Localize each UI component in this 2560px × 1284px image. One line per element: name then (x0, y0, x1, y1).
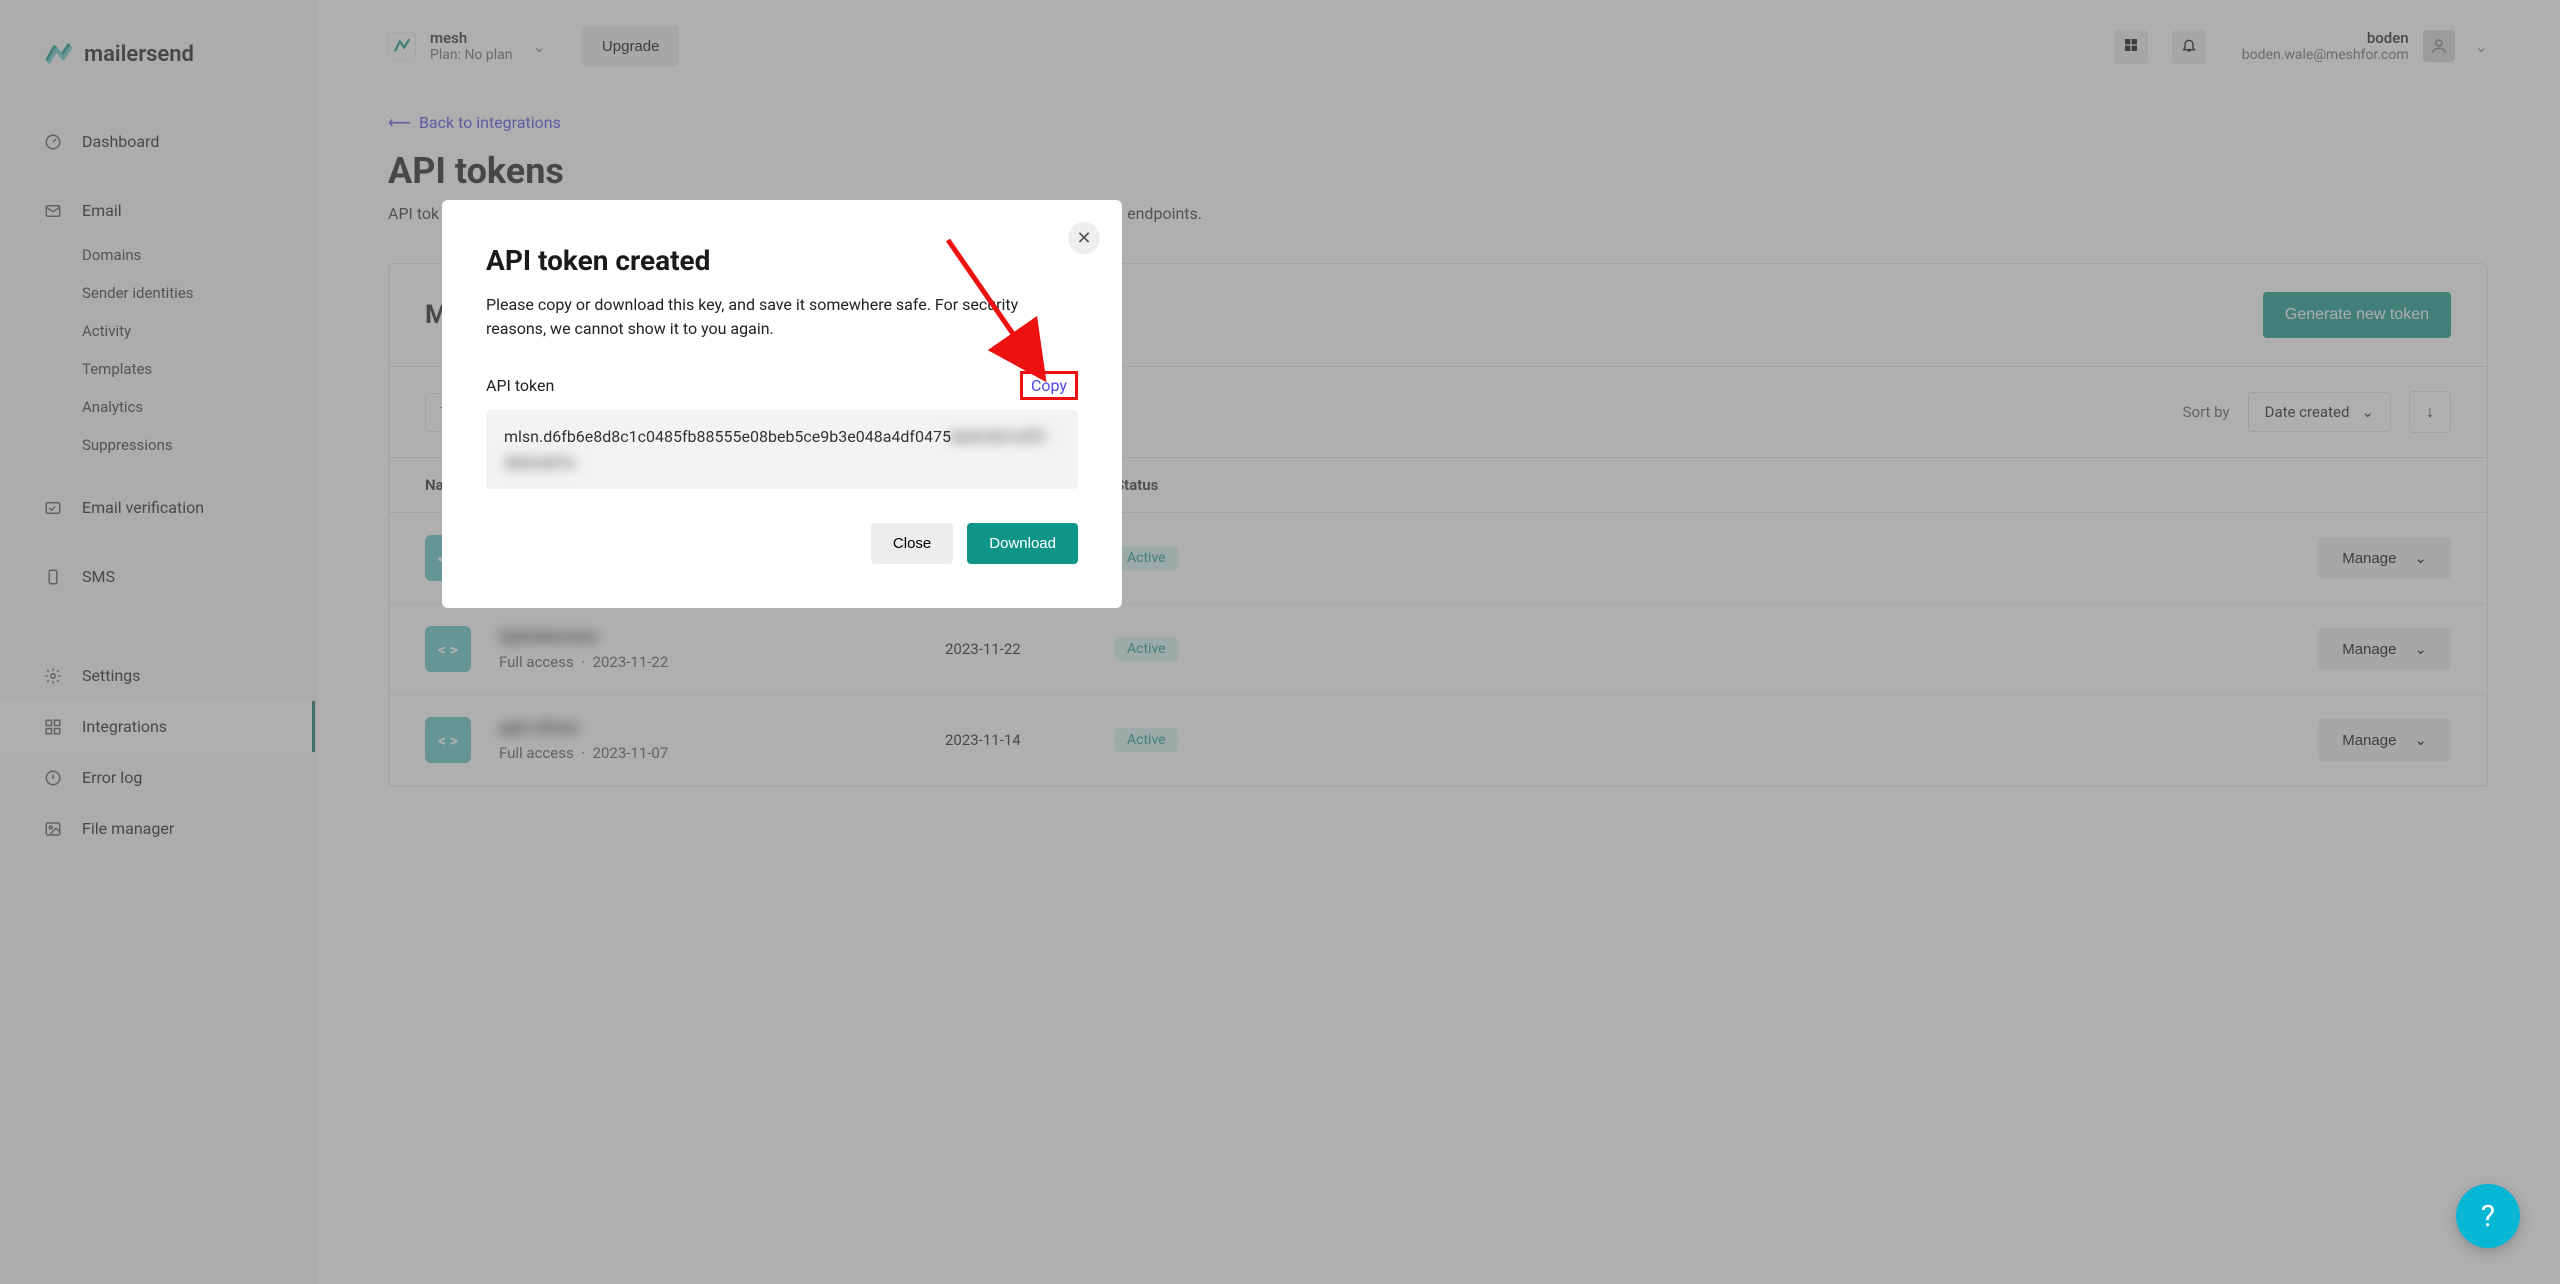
close-button[interactable]: Close (871, 523, 953, 564)
modal-description: Please copy or download this key, and sa… (486, 293, 1078, 341)
copy-button[interactable]: Copy (1020, 371, 1078, 400)
token-field-label: API token (486, 376, 554, 395)
modal-overlay[interactable] (0, 0, 2560, 1284)
help-button[interactable]: ? (2456, 1184, 2520, 1248)
close-icon-button[interactable]: ✕ (1068, 222, 1100, 254)
help-icon: ? (2481, 1199, 2495, 1234)
modal-title: API token created (486, 244, 1078, 277)
close-icon: ✕ (1076, 228, 1091, 249)
api-token-created-modal: ✕ API token created Please copy or downl… (442, 200, 1122, 608)
token-value[interactable]: mlsn.d6fb6e8d8c1c0485fb88555e08beb5ce9b3… (486, 410, 1078, 489)
download-button[interactable]: Download (967, 523, 1078, 564)
